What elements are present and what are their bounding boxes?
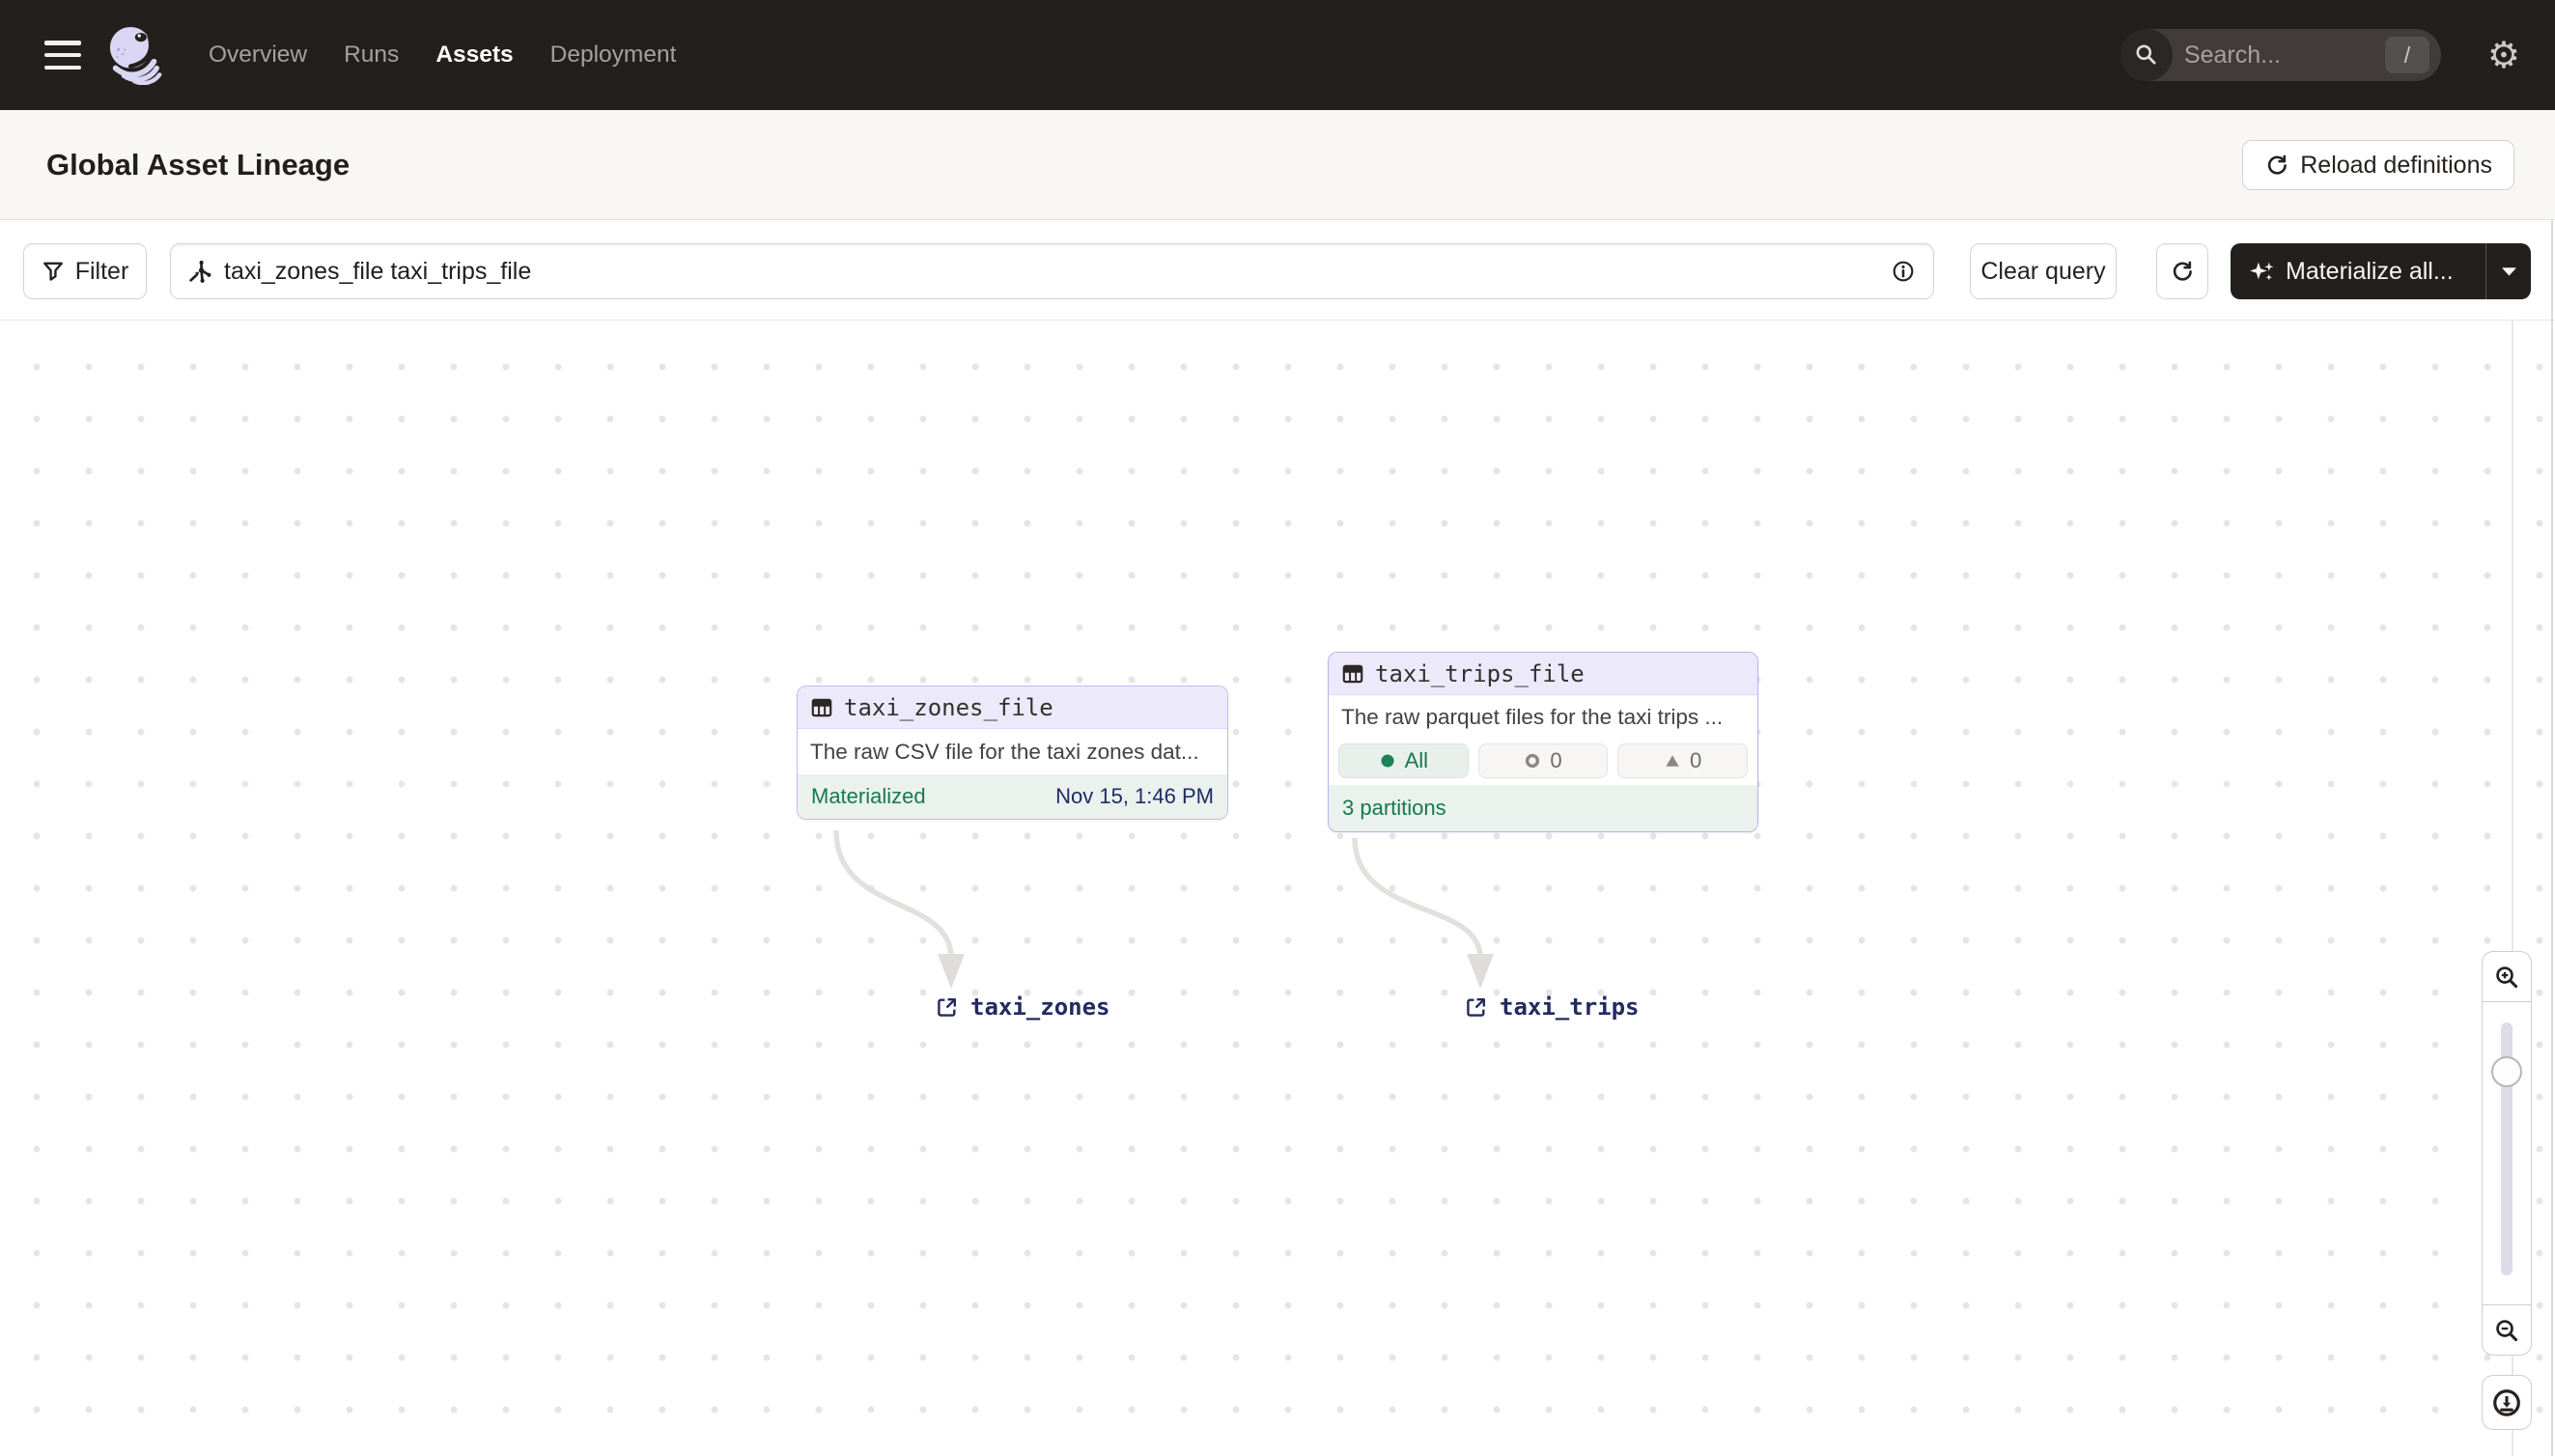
- zoom-slider-handle[interactable]: [2491, 1056, 2522, 1087]
- partitions-missing-badge[interactable]: 0: [1617, 743, 1749, 778]
- asset-link-taxi-trips[interactable]: taxi_trips: [1463, 994, 1640, 1021]
- external-link-icon: [938, 997, 957, 1017]
- zoom-out-icon: [2496, 1319, 2518, 1341]
- asset-status-footer: Materialized Nov 15, 1:46 PM: [798, 774, 1227, 819]
- global-search[interactable]: /: [2120, 29, 2441, 81]
- partitions-materialized-badge[interactable]: All: [1338, 743, 1469, 778]
- asset-partitions-footer: 3 partitions: [1329, 785, 1757, 831]
- download-icon: [2493, 1388, 2520, 1416]
- asset-node-header: taxi_trips_file: [1329, 653, 1757, 695]
- link-label: taxi_trips: [1500, 994, 1640, 1021]
- sparkle-icon: [2250, 262, 2274, 281]
- triangle-icon: [1666, 755, 1679, 767]
- refresh-icon: [2173, 261, 2192, 281]
- page-title: Global Asset Lineage: [46, 148, 351, 182]
- zoom-out-button[interactable]: [2482, 1305, 2532, 1356]
- zoom-slider[interactable]: [2482, 1001, 2532, 1305]
- materialize-all-label: Materialize all...: [2286, 257, 2454, 285]
- ring-icon: [1526, 753, 1540, 769]
- lineage-edges: [833, 829, 1494, 989]
- materialization-timestamp[interactable]: Nov 15, 1:46 PM: [1055, 784, 1214, 809]
- materialize-dropdown-button[interactable]: [2486, 243, 2531, 299]
- lineage-toolbar: Filter Clear query: [0, 220, 2555, 321]
- reload-icon: [2268, 154, 2288, 175]
- nav-item-deployment[interactable]: Deployment: [550, 42, 677, 69]
- asset-link-taxi-zones[interactable]: taxi_zones: [934, 994, 1110, 1021]
- asset-node-taxi-zones-file[interactable]: taxi_zones_file The raw CSV file for the…: [797, 686, 1228, 820]
- clear-query-button[interactable]: Clear query: [1970, 243, 2117, 299]
- zoom-in-button[interactable]: [2482, 951, 2532, 1001]
- lineage-canvas[interactable]: taxi_zones_file The raw CSV file for the…: [0, 321, 2555, 1456]
- nav-item-overview[interactable]: Overview: [209, 42, 307, 69]
- nav-item-assets[interactable]: Assets: [435, 42, 513, 69]
- partitions-failed-badge[interactable]: 0: [1477, 743, 1609, 778]
- info-icon[interactable]: [1891, 259, 1916, 284]
- asset-name: taxi_trips_file: [1375, 659, 1585, 687]
- clear-query-label: Clear query: [1980, 257, 2106, 285]
- badge-label: All: [1404, 748, 1429, 772]
- partitions-count: 3 partitions: [1342, 796, 1446, 820]
- external-link-icon: [1467, 997, 1486, 1017]
- status-badge: Materialized: [811, 784, 926, 808]
- filter-label: Filter: [74, 257, 129, 285]
- link-label: taxi_zones: [970, 994, 1110, 1021]
- table-icon: [811, 698, 832, 716]
- refresh-graph-button[interactable]: [2156, 243, 2208, 299]
- zoom-controls: [2482, 951, 2532, 1430]
- badge-label: 0: [1690, 748, 1702, 772]
- asset-selection-input[interactable]: [224, 257, 1891, 286]
- page-header: Global Asset Lineage Reload definitions: [0, 110, 2555, 220]
- search-input[interactable]: [2183, 29, 2358, 81]
- gear-icon[interactable]: ⚙: [2487, 37, 2520, 73]
- asset-selection-input-box[interactable]: [170, 243, 1934, 299]
- chevron-down-icon: [2502, 267, 2515, 276]
- asset-name: taxi_zones_file: [844, 693, 1053, 721]
- materialize-all-split-button: Materialize all...: [2231, 243, 2531, 299]
- dagster-logo[interactable]: [106, 25, 166, 85]
- table-icon: [1342, 664, 1363, 683]
- materialize-all-button[interactable]: Materialize all...: [2231, 258, 2485, 286]
- reload-definitions-label: Reload definitions: [2300, 151, 2492, 179]
- asset-description: The raw parquet files for the taxi trips…: [1329, 695, 1757, 739]
- partition-status-badges: All 0 0: [1329, 739, 1757, 785]
- filter-button[interactable]: Filter: [23, 243, 147, 299]
- hamburger-menu-icon[interactable]: [44, 41, 81, 70]
- asset-node-taxi-trips-file[interactable]: taxi_trips_file The raw parquet files fo…: [1328, 652, 1758, 832]
- asset-node-header: taxi_zones_file: [798, 686, 1227, 729]
- search-shortcut-key: /: [2384, 37, 2429, 73]
- zoom-in-icon: [2496, 966, 2518, 988]
- top-nav: Overview Runs Assets Deployment / ⚙: [0, 0, 2555, 110]
- download-view-button[interactable]: [2482, 1375, 2532, 1430]
- badge-label: 0: [1550, 748, 1562, 772]
- scrollbar-track[interactable]: [2551, 220, 2553, 1456]
- asset-selector-icon: [189, 260, 211, 283]
- search-icon: [2120, 29, 2173, 81]
- nav-item-runs[interactable]: Runs: [344, 42, 399, 69]
- filter-funnel-icon: [42, 262, 63, 281]
- asset-description: The raw CSV file for the taxi zones dat.…: [798, 729, 1227, 774]
- dot-icon: [1381, 754, 1394, 768]
- nav-items: Overview Runs Assets Deployment: [209, 42, 676, 69]
- reload-definitions-button[interactable]: Reload definitions: [2242, 140, 2514, 190]
